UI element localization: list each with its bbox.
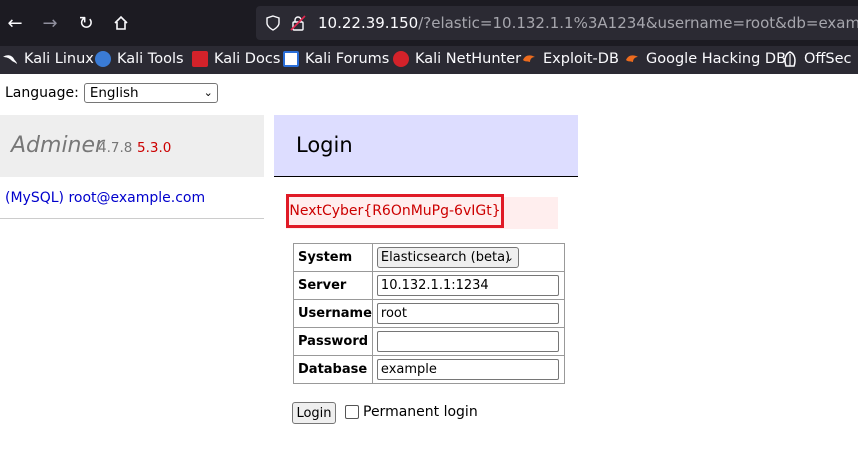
kali-tools-icon	[95, 51, 111, 67]
chevron-down-icon: ⌄	[203, 86, 213, 99]
kali-docs-icon	[192, 51, 208, 67]
bookmark-label: Kali NetHunter	[415, 51, 522, 67]
language-select[interactable]: English ⌄	[83, 83, 218, 103]
kali-dragon-icon	[2, 51, 18, 67]
permanent-login-option[interactable]: Permanent login	[345, 404, 478, 420]
system-value: Elasticsearch (beta)	[380, 250, 511, 265]
bookmark-kali-linux[interactable]: Kali Linux	[2, 51, 94, 67]
main-content: Login	[274, 115, 578, 177]
bookmark-label: Kali Tools	[117, 51, 184, 67]
language-value: English	[89, 85, 139, 101]
app-header: Adminer 4.7.8 5.3.0	[0, 115, 264, 177]
password-label: Password	[293, 327, 373, 356]
url-text[interactable]: 10.22.39.150/?elastic=10.132.1.1%3A1234&…	[318, 14, 858, 32]
sidebar-menu: Adminer 4.7.8 5.3.0 (MySQL) root@example…	[0, 115, 264, 219]
permanent-login-checkbox[interactable]	[345, 405, 359, 419]
home-icon[interactable]	[111, 13, 131, 33]
server-input[interactable]: 10.132.1.1:1234	[376, 275, 559, 296]
permanent-login-label: Permanent login	[363, 404, 478, 420]
username-label: Username	[293, 299, 373, 328]
username-cell: root	[371, 299, 565, 328]
reload-icon[interactable]: ↻	[76, 13, 96, 34]
bookmark-offsec[interactable]: OffSec	[782, 51, 852, 67]
bookmark-google-hacking-db[interactable]: Google Hacking DB	[624, 51, 786, 67]
password-input[interactable]	[376, 331, 559, 352]
database-label: Database	[293, 355, 373, 384]
language-label: Language:	[5, 85, 79, 101]
server-cell: 10.132.1.1:1234	[371, 271, 565, 300]
bookmark-label: Google Hacking DB	[646, 51, 787, 67]
page-title-bar: Login	[274, 115, 578, 177]
password-cell	[371, 327, 565, 356]
database-input[interactable]: example	[376, 359, 559, 380]
shield-icon[interactable]	[266, 15, 280, 35]
bookmark-exploit-db[interactable]: Exploit-DB	[521, 51, 619, 67]
page-title: Login	[296, 133, 353, 157]
app-name-link[interactable]: Adminer	[11, 133, 104, 158]
form-row-server: Server 10.132.1.1:1234	[293, 271, 565, 300]
bookmark-kali-docs[interactable]: Kali Docs	[192, 51, 280, 67]
bookmark-kali-tools[interactable]: Kali Tools	[95, 51, 184, 67]
server-label: Server	[293, 271, 373, 300]
login-form: System Elasticsearch (beta) ⌄ Server 10.…	[293, 243, 565, 384]
menu-divider	[0, 218, 264, 219]
bookmark-label: Exploit-DB	[543, 51, 619, 67]
bookmark-label: Kali Forums	[305, 51, 390, 67]
form-row-database: Database example	[293, 355, 565, 384]
kali-forums-icon	[283, 51, 299, 67]
system-select[interactable]: Elasticsearch (beta) ⌄	[376, 247, 519, 268]
ghdb-icon	[624, 51, 640, 67]
insecure-lock-icon[interactable]	[290, 15, 306, 35]
login-button[interactable]: Login	[292, 402, 336, 424]
form-row-username: Username root	[293, 299, 565, 328]
language-selector: Language: English ⌄	[5, 83, 218, 103]
bookmark-label: OffSec	[804, 51, 852, 67]
error-message: NextCyber{R6OnMuPg-6vIGt}	[286, 194, 504, 228]
url-path: /?elastic=10.132.1.1%3A1234&username=roo…	[418, 14, 858, 32]
form-row-system: System Elasticsearch (beta) ⌄	[293, 243, 565, 272]
forward-icon[interactable]: →	[40, 13, 60, 34]
url-bar[interactable]: 10.22.39.150/?elastic=10.132.1.1%3A1234&…	[256, 6, 858, 40]
system-label: System	[293, 243, 373, 272]
offsec-icon	[782, 51, 798, 67]
system-cell: Elasticsearch (beta) ⌄	[371, 243, 565, 272]
browser-toolbar: ← → ↻ 10.22.39.150/?elastic=10.132.1.1%3…	[0, 0, 858, 46]
bookmark-label: Kali Linux	[24, 51, 94, 67]
bookmark-kali-forums[interactable]: Kali Forums	[283, 51, 389, 67]
username-input[interactable]: root	[376, 303, 559, 324]
database-cell: example	[371, 355, 565, 384]
back-icon[interactable]: ←	[5, 13, 25, 34]
url-host: 10.22.39.150	[318, 14, 419, 32]
bookmarks-bar: Kali Linux Kali Tools Kali Docs Kali For…	[0, 46, 858, 74]
bookmark-kali-nethunter[interactable]: Kali NetHunter	[393, 51, 521, 67]
exploit-db-icon	[521, 51, 537, 67]
nethunter-icon	[393, 51, 409, 67]
chevron-down-icon: ⌄	[504, 251, 514, 264]
new-version-badge[interactable]: 5.3.0	[137, 140, 171, 156]
app-version[interactable]: 4.7.8	[98, 140, 132, 156]
connection-link[interactable]: (MySQL) root@example.com	[5, 190, 205, 206]
form-row-password: Password	[293, 327, 565, 356]
bookmark-label: Kali Docs	[214, 51, 281, 67]
